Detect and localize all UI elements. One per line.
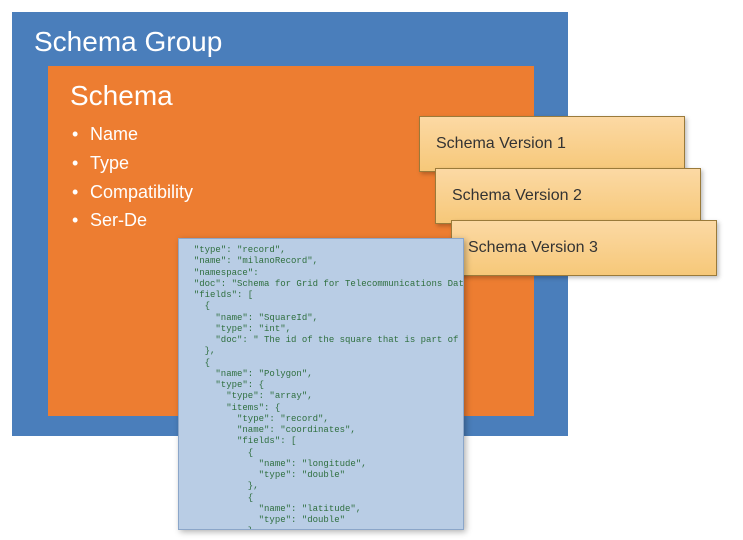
- schema-code-snippet: "type": "record", "name": "milanoRecord"…: [178, 238, 464, 530]
- schema-version-1-card: Schema Version 1: [419, 116, 685, 172]
- schema-title: Schema: [70, 80, 512, 112]
- schema-group-title: Schema Group: [34, 26, 546, 58]
- schema-version-2-label: Schema Version 2: [452, 187, 582, 205]
- schema-version-1-label: Schema Version 1: [436, 135, 566, 153]
- schema-version-2-card: Schema Version 2: [435, 168, 701, 224]
- schema-version-3-label: Schema Version 3: [468, 239, 598, 257]
- schema-version-3-card: Schema Version 3: [451, 220, 717, 276]
